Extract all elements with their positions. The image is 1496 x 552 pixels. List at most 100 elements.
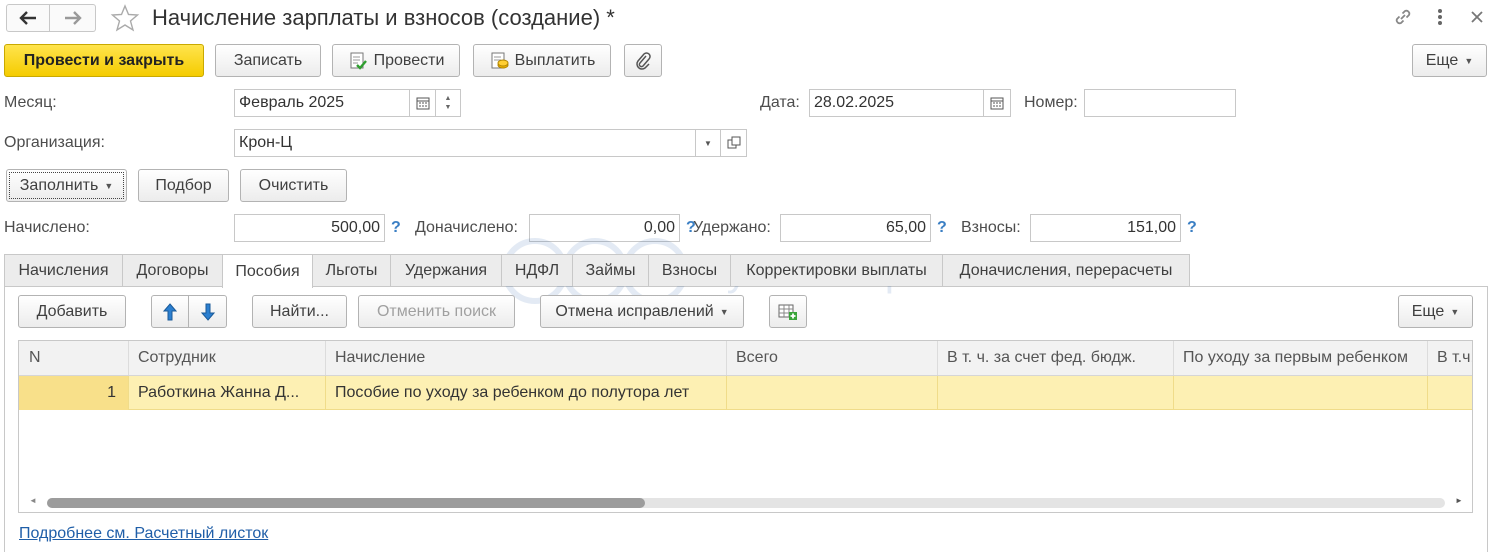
cell-federal[interactable] — [937, 376, 1174, 410]
col-header-federal[interactable]: В т. ч. за счет фед. бюдж. — [937, 341, 1174, 375]
col-header-first-child[interactable]: По уходу за первым ребенком — [1173, 341, 1428, 375]
number-input[interactable] — [1084, 89, 1236, 117]
tab-more-label: Еще — [1411, 302, 1445, 320]
number-label: Номер: — [1024, 94, 1078, 111]
forward-button[interactable] — [50, 4, 96, 32]
close-icon[interactable] — [1468, 8, 1486, 26]
payslip-link[interactable]: Подробнее см. Расчетный листок — [19, 525, 268, 543]
tab-recalculations[interactable]: Доначисления, перерасчеты — [942, 254, 1190, 286]
col-header-employee[interactable]: Сотрудник — [128, 341, 326, 375]
contributions-help-icon[interactable]: ? — [1187, 219, 1197, 237]
open-window-icon — [727, 136, 740, 149]
more-vertical-icon[interactable] — [1432, 6, 1448, 28]
col-header-incl[interactable]: В т.ч. — [1427, 341, 1472, 375]
tab-label: НДФЛ — [514, 261, 560, 279]
find-button[interactable]: Найти... — [252, 295, 347, 328]
accrued-value: 500,00 — [331, 219, 380, 236]
clear-button[interactable]: Очистить — [240, 169, 347, 202]
fill-button[interactable]: Заполнить ▼ — [6, 169, 127, 202]
withheld-help-icon[interactable]: ? — [937, 219, 947, 237]
date-input[interactable]: 28.02.2025 — [809, 89, 984, 117]
col-header-total[interactable]: Всего — [726, 341, 938, 375]
chevron-down-icon: ▼ — [1464, 55, 1474, 66]
organization-input[interactable]: Крон-Ц — [234, 129, 696, 157]
link-icon[interactable] — [1392, 6, 1416, 28]
cell-total[interactable] — [726, 376, 938, 410]
stepper-up-icon[interactable]: ▲ — [445, 94, 452, 103]
chevron-down-icon: ▼ — [719, 306, 729, 317]
tab-label: Займы — [585, 261, 636, 279]
tab-deductions[interactable]: Удержания — [390, 254, 502, 286]
date-calendar-button[interactable] — [983, 89, 1011, 117]
back-button[interactable] — [6, 4, 50, 32]
move-up-button[interactable] — [151, 295, 189, 328]
favorite-star-icon[interactable] — [110, 4, 140, 32]
tab-label: Пособия — [235, 262, 300, 280]
calendar-icon — [416, 97, 429, 110]
attach-button[interactable] — [624, 44, 662, 77]
arrow-right-icon — [64, 11, 82, 25]
cell-incl[interactable] — [1427, 376, 1472, 410]
cancel-search-label: Отменить поиск — [376, 302, 497, 320]
extra-accrued-label: Доначислено: — [415, 219, 518, 236]
benefits-table: N Сотрудник Начисление Всего В т. ч. за … — [18, 340, 1473, 513]
organization-label: Организация: — [4, 134, 105, 151]
pick-button[interactable]: Подбор — [138, 169, 229, 202]
fill-label: Заполнить — [19, 176, 99, 194]
stepper-down-icon[interactable]: ▼ — [445, 103, 452, 112]
post-and-close-button[interactable]: Провести и закрыть — [4, 44, 204, 77]
organization-open-button[interactable] — [720, 129, 747, 157]
tab-label: Договоры — [136, 261, 209, 279]
month-label: Месяц: — [4, 94, 57, 111]
pay-label: Выплатить — [514, 51, 596, 69]
organization-dropdown-button[interactable]: ▼ — [695, 129, 721, 157]
contributions-field: 151,00 — [1030, 214, 1181, 242]
month-calendar-button[interactable] — [409, 89, 436, 117]
cell-employee[interactable]: Работкина Жанна Д... — [128, 376, 326, 410]
calendar-icon — [990, 97, 1004, 110]
post-and-close-label: Провести и закрыть — [23, 51, 185, 69]
more-label: Еще — [1425, 51, 1459, 69]
horizontal-scrollbar-thumb[interactable] — [47, 498, 645, 508]
cell-n[interactable]: 1 — [19, 376, 129, 410]
tab-contributions[interactable]: Взносы — [648, 254, 731, 286]
col-header-accrual[interactable]: Начисление — [325, 341, 727, 375]
add-table-button[interactable] — [769, 295, 807, 328]
contributions-value: 151,00 — [1127, 219, 1176, 236]
organization-value: Крон-Ц — [239, 134, 293, 151]
accrued-label: Начислено: — [4, 219, 90, 236]
clear-label: Очистить — [258, 176, 329, 194]
tab-benefits[interactable]: Пособия — [222, 254, 313, 288]
cell-accrual[interactable]: Пособие по уходу за ребенком до полутора… — [325, 376, 727, 410]
contributions-label: Взносы: — [961, 219, 1021, 236]
month-stepper[interactable]: ▲ ▼ — [435, 89, 461, 117]
cancel-corrections-button[interactable]: Отмена исправлений ▼ — [540, 295, 744, 328]
post-label: Провести — [373, 51, 445, 69]
cell-first-child[interactable] — [1173, 376, 1428, 410]
add-button[interactable]: Добавить — [18, 295, 126, 328]
accrued-help-icon[interactable]: ? — [391, 219, 401, 237]
scroll-left-icon[interactable]: ◄ — [29, 496, 37, 505]
tab-loans[interactable]: Займы — [572, 254, 649, 286]
post-button[interactable]: Провести — [332, 44, 460, 77]
month-input[interactable]: Февраль 2025 — [234, 89, 410, 117]
more-button[interactable]: Еще ▼ — [1412, 44, 1487, 77]
tab-accruals[interactable]: Начисления — [4, 254, 123, 286]
tab-contracts[interactable]: Договоры — [122, 254, 223, 286]
pay-button[interactable]: Выплатить — [473, 44, 611, 77]
save-label: Записать — [233, 51, 303, 69]
tab-label: Начисления — [18, 261, 109, 279]
save-button[interactable]: Записать — [215, 44, 321, 77]
chevron-down-icon: ▼ — [1450, 306, 1460, 317]
tab-ndfl[interactable]: НДФЛ — [501, 254, 573, 286]
arrow-left-icon — [19, 11, 36, 25]
accrued-field: 500,00 — [234, 214, 385, 242]
pay-document-icon — [491, 52, 509, 68]
move-down-button[interactable] — [188, 295, 227, 328]
tab-more-button[interactable]: Еще ▼ — [1398, 295, 1473, 328]
tab-privileges[interactable]: Льготы — [312, 254, 391, 286]
cancel-search-button[interactable]: Отменить поиск — [358, 295, 515, 328]
tab-payment-corrections[interactable]: Корректировки выплаты — [730, 254, 943, 286]
scroll-right-icon[interactable]: ► — [1455, 496, 1463, 505]
col-header-n[interactable]: N — [19, 341, 129, 375]
